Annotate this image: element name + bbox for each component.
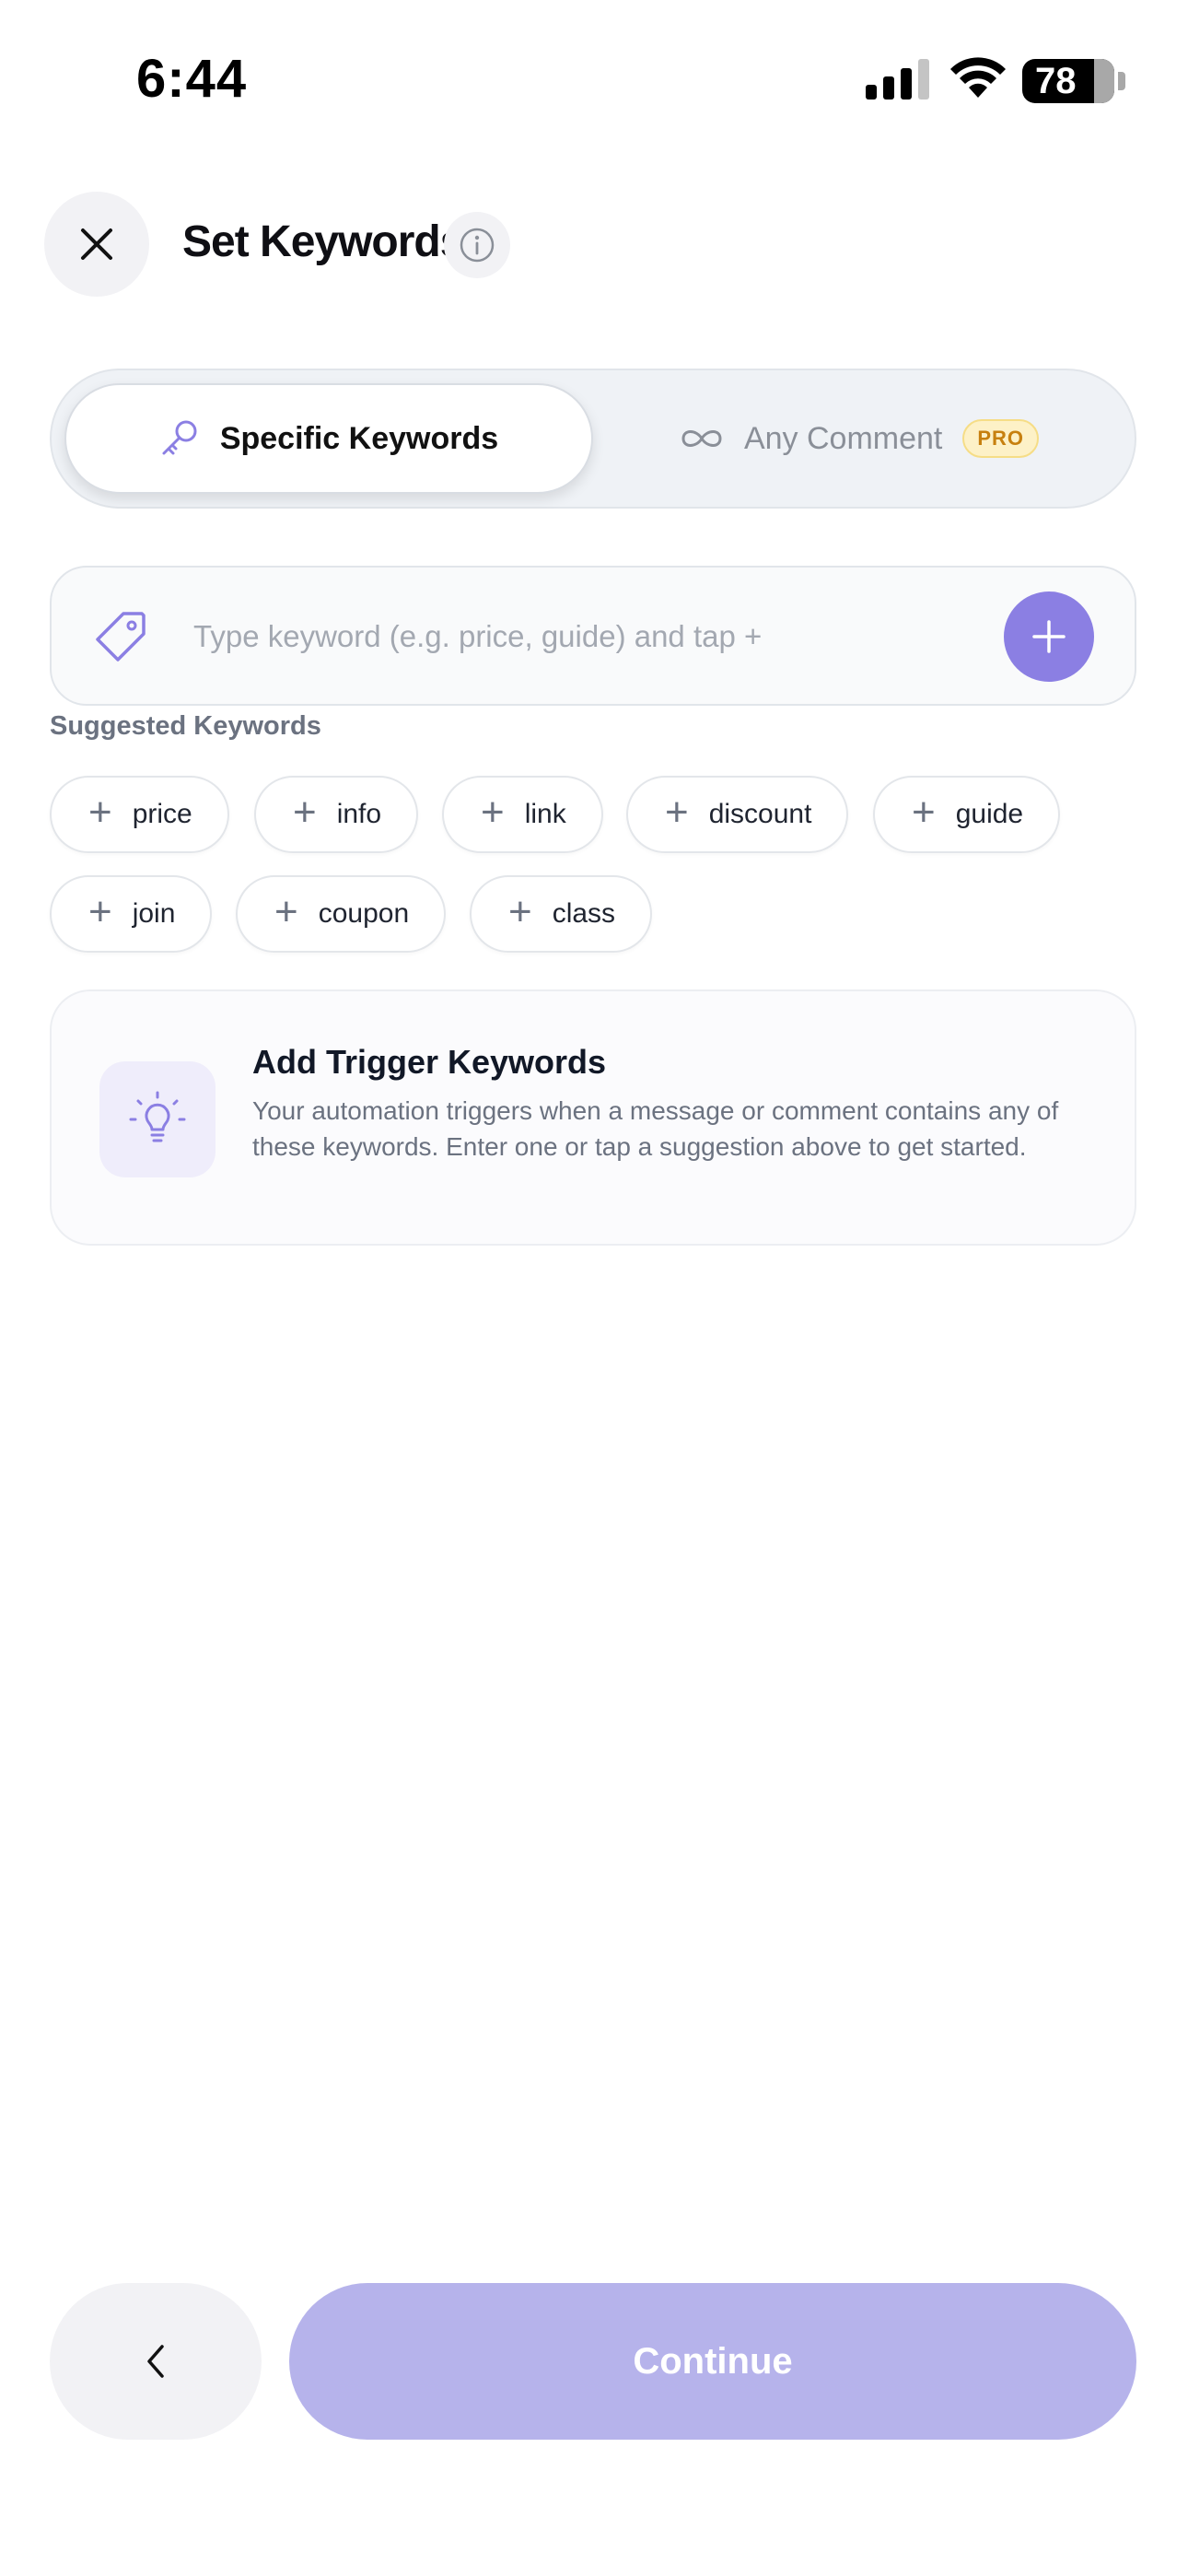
keyword-input-container <box>50 566 1136 706</box>
chip-label: class <box>552 898 616 929</box>
plus-icon: + <box>293 790 317 835</box>
wifi-icon <box>950 57 1006 98</box>
chip-label: guide <box>955 799 1024 829</box>
chip-price[interactable]: + price <box>50 776 229 853</box>
chip-label: coupon <box>318 898 410 929</box>
tag-icon <box>96 612 146 662</box>
battery-percentage: 78 <box>1035 61 1077 101</box>
chip-discount[interactable]: + discount <box>626 776 849 853</box>
tab-specific-keywords[interactable]: Specific Keywords <box>64 383 593 494</box>
chip-label: discount <box>708 799 812 829</box>
chip-class[interactable]: + class <box>470 875 653 953</box>
page-title: Set Keywords <box>182 217 464 266</box>
trigger-mode-segmented-control: Specific Keywords Any Comment PRO <box>50 369 1136 509</box>
plus-icon: + <box>88 790 112 835</box>
card-title: Add Trigger Keywords <box>252 1043 607 1081</box>
chip-info[interactable]: + info <box>254 776 419 853</box>
chevron-left-icon <box>147 2345 164 2378</box>
chip-label: link <box>524 799 566 829</box>
back-button[interactable] <box>50 2283 262 2440</box>
lightbulb-tile <box>99 1061 215 1177</box>
continue-button[interactable]: Continue <box>289 2283 1136 2440</box>
keyword-input[interactable] <box>192 604 987 669</box>
plus-icon: + <box>665 790 689 835</box>
add-keyword-button[interactable] <box>1004 591 1094 682</box>
tab-any-comment-label: Any Comment <box>743 420 943 456</box>
chip-link[interactable]: + link <box>442 776 603 853</box>
status-time: 6:44 <box>136 49 248 109</box>
battery-indicator: 78 <box>1022 59 1114 103</box>
card-description: Your automation triggers when a message … <box>252 1096 1059 1161</box>
chip-join[interactable]: + join <box>50 875 213 953</box>
info-icon <box>460 228 495 263</box>
close-button[interactable] <box>44 192 149 297</box>
trigger-keywords-info-card: Add Trigger Keywords Your automation tri… <box>50 989 1136 1246</box>
chip-guide[interactable]: + guide <box>873 776 1061 853</box>
infinity-icon <box>681 430 722 447</box>
chip-label: price <box>132 799 192 829</box>
plus-icon: + <box>508 889 532 934</box>
cellular-signal-icon <box>866 59 929 100</box>
plus-icon: + <box>481 790 505 835</box>
pro-badge: PRO <box>962 419 1040 458</box>
chip-label: join <box>132 898 176 929</box>
plus-icon: + <box>274 889 298 934</box>
chip-label: info <box>336 799 382 829</box>
suggested-keywords-label: Suggested Keywords <box>50 711 321 741</box>
info-button[interactable] <box>444 212 510 278</box>
plus-icon: + <box>912 790 936 835</box>
lightbulb-icon <box>129 1091 186 1142</box>
key-icon <box>162 420 197 455</box>
plus-icon <box>1032 620 1066 653</box>
chip-coupon[interactable]: + coupon <box>236 875 447 953</box>
battery-nub <box>1118 72 1125 90</box>
plus-icon: + <box>88 889 112 934</box>
status-bar: 6:44 78 <box>0 0 1188 157</box>
close-icon <box>81 228 112 260</box>
tab-any-comment[interactable]: Any Comment PRO <box>595 383 1124 494</box>
tab-specific-keywords-label: Specific Keywords <box>219 420 499 456</box>
